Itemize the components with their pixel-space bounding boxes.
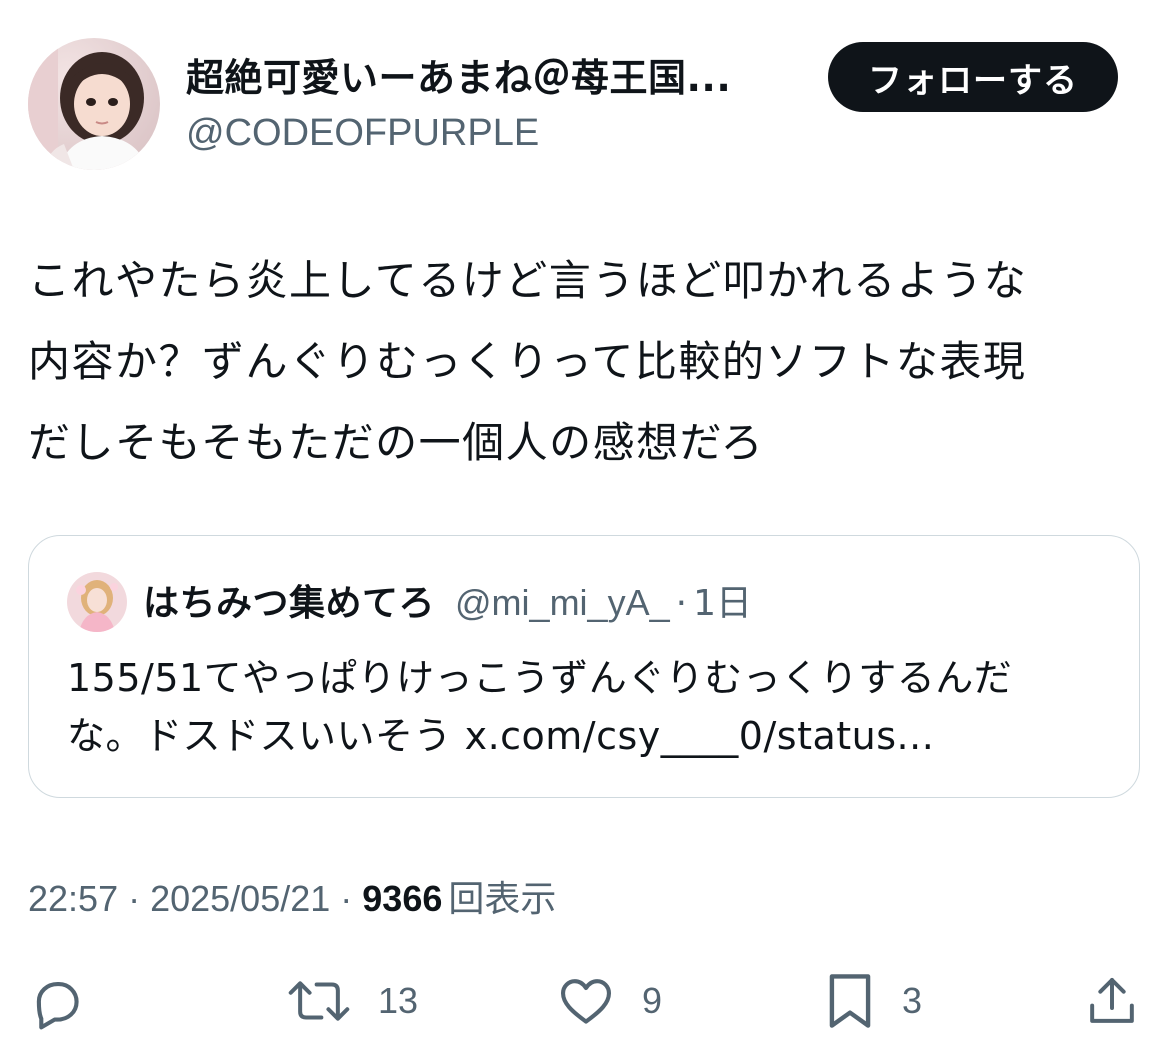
retweet-button[interactable]: 13 [286,968,418,1034]
tweet-text: これやたら炎上してるけど言うほど叩かれるような 内容か？ずんぐりむっくりって比較… [28,240,1143,483]
separator-dot: · [340,878,353,919]
author-handle[interactable]: @CODEOFPURPLE [186,108,539,158]
quoted-author-avatar[interactable] [67,572,127,632]
tweet-text-line: これやたら炎上してるけど言うほど叩かれるような [28,256,1028,305]
reply-icon [36,982,79,1030]
retweet-count: 13 [378,980,419,1021]
quoted-tweet-time[interactable]: 1日 [693,577,752,631]
like-count: 9 [642,980,663,1021]
retweet-icon [288,981,350,1021]
like-button[interactable]: 9 [556,968,662,1034]
tweet-text-line: だしそもそもただの一個人の感想だろ [28,418,765,467]
quoted-author-display-name[interactable]: はちみつ集めてろ [143,577,435,631]
views-label: 回表示 [448,879,557,920]
quoted-tweet-card[interactable]: はちみつ集めてろ @mi_mi_yA_ · 1日 155/51てやっぱりけっこう… [28,535,1140,798]
author-display-name[interactable]: 超絶可愛いーあまね＠苺王国... [186,52,731,104]
quoted-tweet-header: はちみつ集めてろ @mi_mi_yA_ · 1日 [143,576,752,631]
heart-icon [560,979,612,1024]
author-avatar[interactable] [28,38,160,170]
bookmark-icon [829,974,871,1028]
quoted-tweet-text: 155/51てやっぱりけっこうずんぐりむっくりするんだ な。ドスドスいいそう x… [67,649,1127,765]
quoted-tweet-text-line: な。ドスドスいいそう x.com/csy____0/status... [67,714,935,758]
tweet-meta: 22:57 · 2025/05/21 · 9366 回表示 [28,872,556,927]
share-button[interactable] [1084,968,1140,1034]
separator-dot: · [128,878,141,919]
tweet-time[interactable]: 22:57 [28,872,118,926]
bookmark-button[interactable]: 3 [824,968,922,1034]
separator-dot: · [675,583,688,624]
quoted-tweet-text-line: 155/51てやっぱりけっこうずんぐりむっくりするんだ [67,656,1013,700]
share-icon [1090,978,1134,1023]
views-count: 9366 [362,878,443,919]
tweet-date[interactable]: 2025/05/21 [150,872,330,926]
tweet-text-line: 内容か？ずんぐりむっくりって比較的ソフトな表現 [28,337,1027,386]
reply-button[interactable] [28,968,86,1034]
bookmark-count: 3 [902,980,923,1021]
quoted-author-handle[interactable]: @mi_mi_yA_ [455,576,670,630]
follow-button[interactable]: フォローする [828,42,1118,112]
